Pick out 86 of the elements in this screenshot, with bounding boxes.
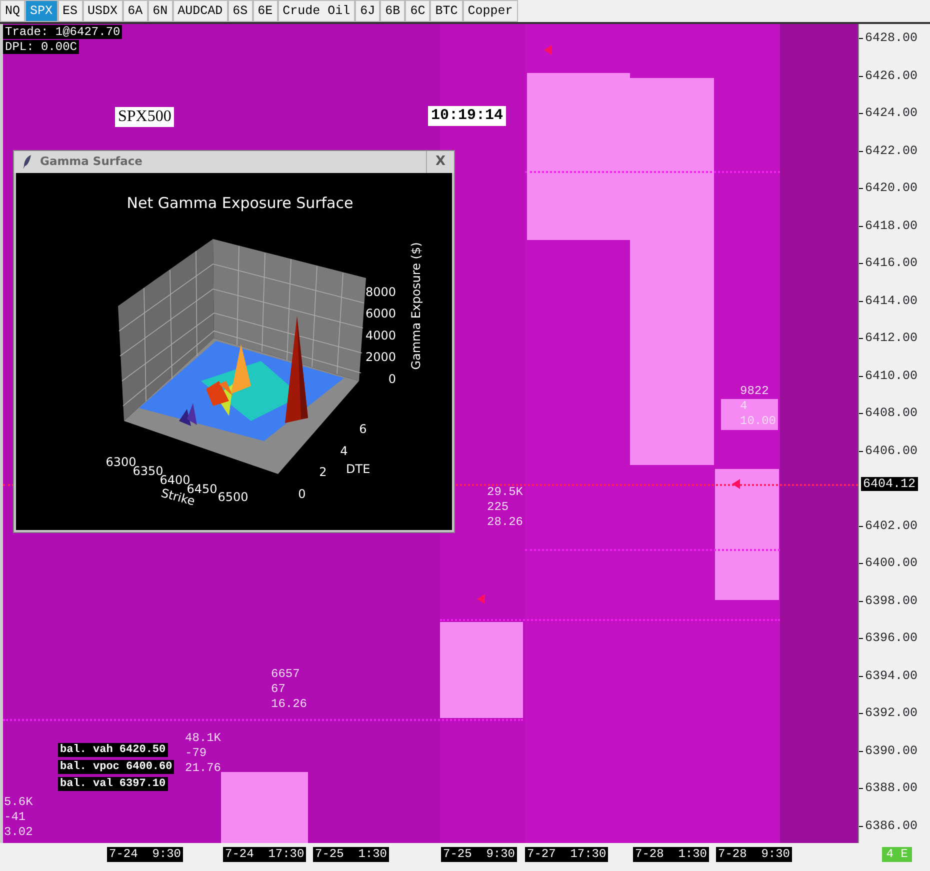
symbol-tab[interactable]: 6N <box>148 0 173 22</box>
price-label: 6390.00 <box>865 744 918 758</box>
symbol-tab[interactable]: Crude Oil <box>278 0 356 22</box>
level-label: bal. vah 6420.50 <box>58 743 168 757</box>
time-label: 7-28 1:30 <box>633 847 710 862</box>
chart-title: Net Gamma Exposure Surface <box>126 194 354 212</box>
last-price-label: 6404.12 <box>861 477 918 491</box>
stat-value: 21.76 <box>185 761 222 775</box>
price-label: 6412.00 <box>865 331 918 345</box>
time-label: 7-27 17:30 <box>525 847 608 862</box>
stat-value: 6657 <box>271 667 300 681</box>
axis-tick-label: 6000 <box>365 306 396 321</box>
stat-value: 16.26 <box>271 697 308 711</box>
price-label: 6386.00 <box>865 818 918 832</box>
symbol-tab[interactable]: BTC <box>430 0 463 22</box>
stat-value: -41 <box>4 810 26 824</box>
price-label: 6398.00 <box>865 594 918 608</box>
level-label: bal. val 6397.10 <box>58 777 168 791</box>
symbol-tab[interactable]: 6A <box>122 0 148 22</box>
time-label: 7-25 1:30 <box>313 847 390 862</box>
window-title: Gamma Surface <box>40 153 144 170</box>
price-label: 6408.00 <box>865 406 918 420</box>
stat-value: 9822 <box>740 384 769 398</box>
axis-tick-label: 2 <box>319 465 327 479</box>
time-label: 7-24 17:30 <box>223 847 306 862</box>
axis-label: Gamma Exposure ($) <box>409 242 423 370</box>
symbol-tab[interactable]: AUDCAD <box>172 0 228 22</box>
price-label: 6418.00 <box>865 218 918 232</box>
price-label: 6396.00 <box>865 631 918 645</box>
time-label: 7-28 9:30 <box>716 847 792 862</box>
axis-tick-label: 0 <box>388 372 396 386</box>
stat-value: 10.00 <box>740 414 776 428</box>
clock-label: 10:19:14 <box>428 106 506 126</box>
axis-tick-label: 4000 <box>365 328 396 342</box>
stat-value: 5.6K <box>4 795 33 809</box>
symbol-tab[interactable]: USDX <box>82 0 123 22</box>
symbol-tab[interactable]: SPX <box>25 0 58 22</box>
stat-value: 67 <box>271 682 286 696</box>
axis-tick-label: 8000 <box>365 285 396 299</box>
feather-icon <box>22 155 32 169</box>
axis-label: DTE <box>346 462 370 476</box>
price-label: 6402.00 <box>865 518 918 532</box>
stat-value: 3.02 <box>4 825 33 839</box>
status-badge: 4 E <box>882 847 912 862</box>
stat-value: 4 <box>740 399 748 413</box>
price-label: 6416.00 <box>865 256 918 270</box>
symbol-tab[interactable]: ES <box>58 0 83 22</box>
price-label: 6426.00 <box>865 68 918 82</box>
price-label: 6428.00 <box>865 31 918 45</box>
trade-info: DPL: 0.00C <box>3 40 80 54</box>
time-label: 7-24 9:30 <box>107 847 184 862</box>
stat-value: 29.5K <box>487 485 524 499</box>
stat-value: -79 <box>185 746 207 760</box>
price-label: 6388.00 <box>865 781 918 795</box>
axis-tick-label: 6 <box>359 422 367 436</box>
marker-icon <box>544 45 552 55</box>
price-label: 6406.00 <box>865 444 918 458</box>
price-label: 6422.00 <box>865 144 918 158</box>
price-label: 6420.00 <box>865 181 918 195</box>
symbol-label: SPX500 <box>115 107 174 127</box>
axis-tick-label: 4 <box>340 444 348 458</box>
price-label: 6394.00 <box>865 668 918 682</box>
symbol-tab[interactable]: 6S <box>228 0 253 22</box>
axis-tick-label: 6500 <box>218 490 248 504</box>
price-label: 6414.00 <box>865 294 918 308</box>
price-label: 6424.00 <box>865 106 918 120</box>
price-label: 6392.00 <box>865 706 918 720</box>
stat-value: 48.1K <box>185 731 222 745</box>
symbol-tab[interactable]: NQ <box>0 0 26 22</box>
symbol-tab[interactable]: Copper <box>462 0 518 22</box>
stat-value: 28.26 <box>487 515 524 529</box>
stat-value: 225 <box>487 500 509 514</box>
price-label: 6410.00 <box>865 368 918 382</box>
price-label: 6400.00 <box>865 556 918 570</box>
axis-tick-label: 0 <box>298 487 306 501</box>
value-area-block <box>721 399 778 430</box>
marker-icon <box>732 479 740 489</box>
symbol-tab[interactable]: 6B <box>380 0 406 22</box>
trade-info: Trade: 1@6427.70 <box>3 25 122 39</box>
time-label: 7-25 9:30 <box>441 847 518 862</box>
level-label: bal. vpoc 6400.60 <box>58 760 174 774</box>
symbol-tab[interactable]: 6C <box>405 0 430 22</box>
marker-icon <box>477 594 485 604</box>
symbol-tab[interactable]: 6E <box>252 0 278 22</box>
axis-tick-label: 2000 <box>365 350 396 364</box>
symbol-tab[interactable]: 6J <box>355 0 380 22</box>
